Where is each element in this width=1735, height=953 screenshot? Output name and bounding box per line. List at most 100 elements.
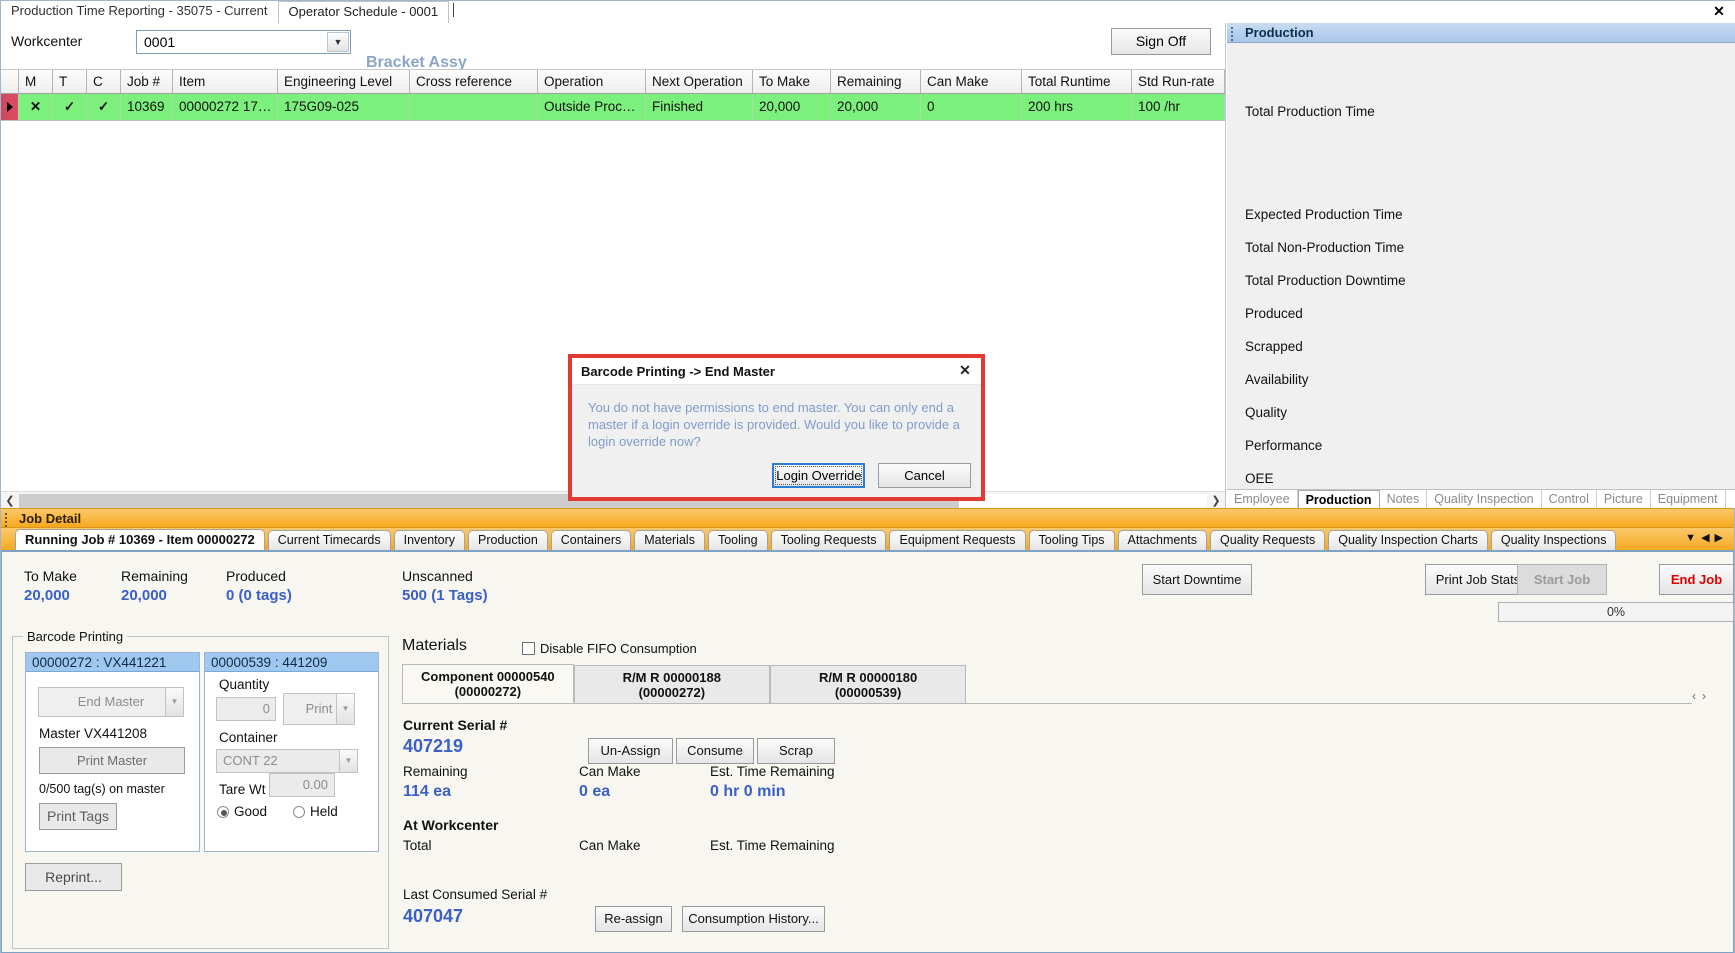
- print-master-button[interactable]: Print Master: [39, 747, 185, 774]
- grid-col-t[interactable]: T: [53, 70, 87, 93]
- tab-picture[interactable]: Picture: [1597, 490, 1651, 508]
- re-assign-button[interactable]: Re-assign: [595, 906, 672, 932]
- materials-tab-rm-00000188[interactable]: R/M R 00000188 (00000272): [573, 665, 770, 703]
- tab-quality-inspection[interactable]: Quality Inspection: [1427, 490, 1542, 508]
- end-master-button[interactable]: End Master ▼: [38, 687, 184, 717]
- login-override-button[interactable]: Login Override: [772, 463, 866, 488]
- un-assign-button[interactable]: Un-Assign: [588, 738, 673, 764]
- reprint-button[interactable]: Reprint...: [25, 863, 122, 891]
- jd-tab-tooling-tips[interactable]: Tooling Tips: [1028, 530, 1115, 551]
- grid-col-engineering-level[interactable]: Engineering Level: [278, 70, 410, 93]
- container-select[interactable]: CONT 22 ▼: [216, 749, 358, 773]
- materials-tab-rm-00000180[interactable]: R/M R 00000180 (00000539): [769, 665, 967, 703]
- grid-header-row: M T C Job # Item Engineering Level Cross…: [1, 70, 1225, 94]
- tags-on-master-label: 0/500 tag(s) on master: [39, 782, 165, 796]
- jd-tab-containers[interactable]: Containers: [550, 530, 632, 551]
- tab-notes[interactable]: Notes: [1380, 490, 1428, 508]
- grid-col-can-make[interactable]: Can Make: [921, 70, 1022, 93]
- jd-tab-current-timecards[interactable]: Current Timecards: [267, 530, 391, 551]
- tab-prev-icon[interactable]: ◀: [1701, 532, 1714, 544]
- jd-tab-materials[interactable]: Materials: [634, 530, 705, 551]
- end-job-button[interactable]: End Job: [1659, 564, 1734, 595]
- jd-tab-tooling-requests[interactable]: Tooling Requests: [770, 530, 887, 551]
- workcenter-row: Workcenter 0001 ▼ Bracket Assy Sign Off: [1, 23, 1225, 71]
- materials-next-icon[interactable]: ›: [1702, 689, 1712, 703]
- cancel-button[interactable]: Cancel: [878, 463, 971, 488]
- grid-col-c[interactable]: C: [87, 70, 121, 93]
- grid-col-cross-reference[interactable]: Cross reference: [410, 70, 538, 93]
- chevron-down-icon[interactable]: ▼: [327, 32, 349, 52]
- grid-col-remaining[interactable]: Remaining: [831, 70, 921, 93]
- grid-col-item[interactable]: Item: [173, 70, 278, 93]
- print-button[interactable]: Print ▼: [283, 693, 355, 725]
- metric-produced: Produced: [1245, 306, 1303, 321]
- metric-total-production-time: Total Production Time: [1245, 104, 1375, 119]
- jd-tab-equipment-requests[interactable]: Equipment Requests: [889, 530, 1026, 551]
- jd-tab-production[interactable]: Production: [468, 530, 548, 551]
- start-job-button[interactable]: Start Job: [1517, 564, 1607, 595]
- tab-overflow-icon[interactable]: ▼: [1685, 532, 1701, 544]
- grid-col-to-make[interactable]: To Make: [753, 70, 831, 93]
- consumption-history-button[interactable]: Consumption History...: [682, 906, 825, 932]
- materials-prev-icon[interactable]: ‹: [1692, 689, 1702, 703]
- application-window: Production Time Reporting - 35075 - Curr…: [0, 0, 1735, 953]
- materials-can-make-label: Can Make: [579, 764, 641, 779]
- workcenter-select[interactable]: 0001 ▼: [136, 30, 351, 54]
- dialog-close-icon[interactable]: ✕: [956, 362, 974, 380]
- print-job-stats-button[interactable]: Print Job Stats: [1425, 564, 1531, 595]
- radio-held[interactable]: Held: [293, 804, 338, 819]
- disable-fifo-label: Disable FIFO Consumption: [540, 641, 697, 656]
- print-dropdown-icon[interactable]: ▼: [336, 694, 354, 724]
- materials-tab-nav[interactable]: ‹›: [1692, 689, 1712, 703]
- grid-col-operation[interactable]: Operation: [538, 70, 646, 93]
- jd-tab-quality-requests[interactable]: Quality Requests: [1210, 530, 1326, 551]
- quantity-input[interactable]: 0: [216, 697, 276, 721]
- close-icon[interactable]: ✕: [1708, 2, 1730, 20]
- tab-control[interactable]: Control: [1542, 490, 1597, 508]
- print-tags-button[interactable]: Print Tags: [39, 803, 117, 830]
- window-tab-production-time-reporting[interactable]: Production Time Reporting - 35075 - Curr…: [1, 1, 278, 22]
- checkbox-icon[interactable]: [522, 642, 535, 655]
- summary-to-make: To Make 20,000: [24, 568, 77, 604]
- jd-tab-tooling[interactable]: Tooling: [707, 530, 768, 551]
- master-serial-label: Master VX441208: [39, 726, 148, 741]
- jd-tab-attachments[interactable]: Attachments: [1117, 530, 1208, 551]
- metric-expected-production-time: Expected Production Time: [1245, 207, 1403, 222]
- container-chevron-down-icon[interactable]: ▼: [339, 750, 357, 772]
- grid-col-job[interactable]: Job #: [121, 70, 173, 93]
- drag-grip-icon[interactable]: [1231, 27, 1234, 41]
- grid-col-next-operation[interactable]: Next Operation: [646, 70, 753, 93]
- tab-production[interactable]: Production: [1297, 490, 1380, 509]
- row-selector[interactable]: [1, 94, 19, 120]
- grid-col-total-runtime[interactable]: Total Runtime: [1022, 70, 1132, 93]
- disable-fifo-checkbox[interactable]: Disable FIFO Consumption: [522, 641, 697, 656]
- jd-tab-quality-inspections[interactable]: Quality Inspections: [1490, 530, 1617, 551]
- summary-unscanned: Unscanned 500 (1 Tags): [402, 568, 488, 604]
- grid-col-std-run-rate[interactable]: Std Run-rate: [1132, 70, 1225, 93]
- scroll-left-icon[interactable]: ❮: [1, 494, 19, 507]
- barcode-card-container-header: 00000539 : 441209: [205, 653, 378, 672]
- jd-tab-quality-inspection-charts[interactable]: Quality Inspection Charts: [1328, 530, 1488, 551]
- start-downtime-button[interactable]: Start Downtime: [1142, 564, 1252, 595]
- scroll-right-icon[interactable]: ❯: [1207, 494, 1225, 507]
- sign-off-button[interactable]: Sign Off: [1111, 28, 1211, 55]
- table-row[interactable]: ✕ ✓ ✓ 10369 00000272 17… 175G09-025 Outs…: [1, 94, 1225, 121]
- jd-tab-running-job[interactable]: Running Job # 10369 - Item 00000272: [15, 529, 265, 551]
- end-master-dropdown-icon[interactable]: ▼: [165, 688, 183, 716]
- tab-next-icon[interactable]: ▶: [1715, 532, 1728, 544]
- consume-button[interactable]: Consume: [676, 738, 754, 764]
- tare-wt-input[interactable]: 0.00: [269, 773, 335, 797]
- jd-tab-inventory[interactable]: Inventory: [393, 530, 466, 551]
- scrap-button[interactable]: Scrap: [757, 738, 835, 764]
- tab-equipment[interactable]: Equipment: [1651, 490, 1726, 508]
- radio-good[interactable]: Good: [217, 804, 267, 819]
- materials-tab-component-00000540[interactable]: Component 00000540 (00000272): [402, 664, 574, 703]
- job-detail-tab-nav[interactable]: ▼◀▶: [1685, 531, 1728, 544]
- production-metrics: Total Production Time Expected Productio…: [1227, 43, 1735, 486]
- window-tab-operator-schedule[interactable]: Operator Schedule - 0001: [277, 1, 450, 23]
- barcode-printing-group-title: Barcode Printing: [23, 629, 128, 644]
- job-detail-grip-icon[interactable]: [5, 513, 8, 527]
- cell-c-icon: ✓: [87, 94, 121, 120]
- tab-employee[interactable]: Employee: [1227, 490, 1298, 508]
- grid-col-m[interactable]: M: [19, 70, 53, 93]
